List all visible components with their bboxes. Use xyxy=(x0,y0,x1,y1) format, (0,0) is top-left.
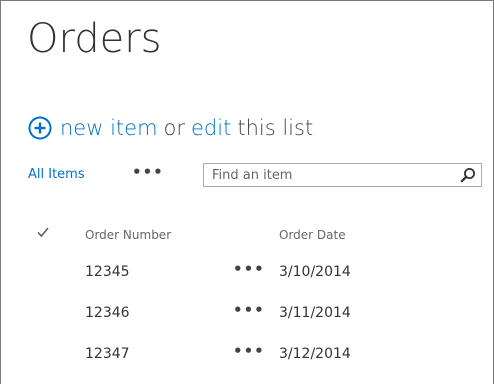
order-number-cell[interactable]: 12345 xyxy=(85,264,130,280)
column-header-order-number[interactable]: Order Number xyxy=(85,228,171,242)
order-date-cell: 3/11/2014 xyxy=(279,305,351,321)
this-list-text: this list xyxy=(237,116,314,140)
row-menu-ellipsis[interactable]: ••• xyxy=(233,301,265,319)
list-actions: new item or edit this list xyxy=(28,114,313,142)
page-title: Orders xyxy=(27,16,162,62)
new-item-link[interactable]: new item xyxy=(60,116,158,140)
search-input[interactable] xyxy=(204,164,452,186)
table-row[interactable]: 12347 ••• 3/12/2014 xyxy=(28,333,482,374)
webpart-frame: Orders new item or edit this list All It… xyxy=(0,0,494,384)
check-icon[interactable] xyxy=(36,225,50,239)
column-header-order-date[interactable]: Order Date xyxy=(279,228,346,242)
row-menu-ellipsis[interactable]: ••• xyxy=(233,260,265,278)
order-number-cell[interactable]: 12346 xyxy=(85,305,130,321)
view-bar: All Items ••• xyxy=(28,163,482,189)
table-row[interactable]: 12345 ••• 3/10/2014 xyxy=(28,251,482,292)
search-box xyxy=(203,163,482,187)
order-date-cell: 3/10/2014 xyxy=(279,264,351,280)
view-all-items[interactable]: All Items xyxy=(28,167,85,182)
table-row[interactable]: 12346 ••• 3/11/2014 xyxy=(28,292,482,333)
order-date-cell: 3/12/2014 xyxy=(279,346,351,362)
view-more-ellipsis[interactable]: ••• xyxy=(132,163,164,181)
list-header-row: Order Number Order Date xyxy=(28,221,482,251)
orders-list: Order Number Order Date 12345 ••• 3/10/2… xyxy=(28,221,482,374)
order-number-cell[interactable]: 12347 xyxy=(85,346,130,362)
edit-list-link[interactable]: edit xyxy=(191,116,231,140)
row-menu-ellipsis[interactable]: ••• xyxy=(233,342,265,360)
or-text: or xyxy=(163,116,186,140)
plus-circle-icon[interactable] xyxy=(28,116,52,140)
search-icon[interactable] xyxy=(460,167,476,183)
